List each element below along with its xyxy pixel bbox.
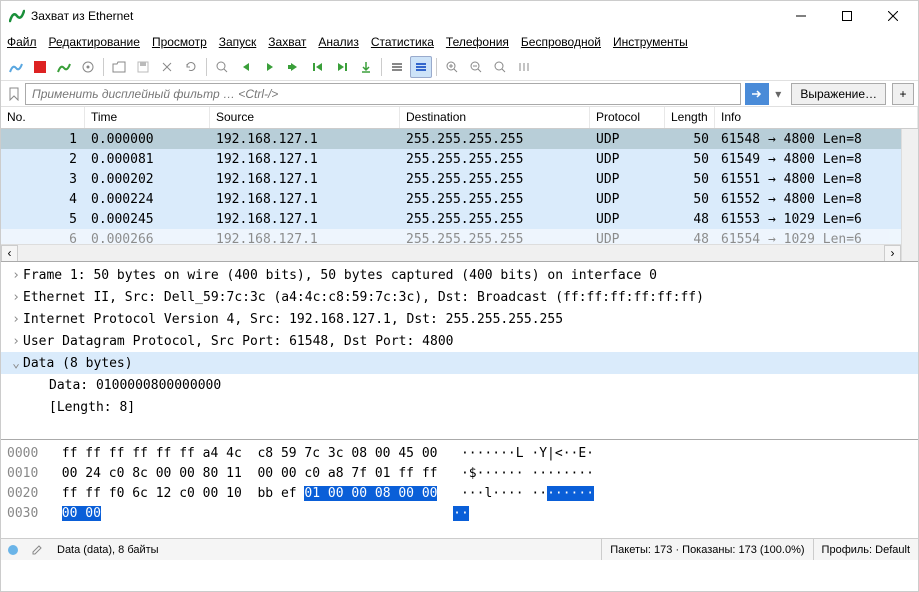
add-filter-button[interactable]: +	[892, 83, 914, 105]
packet-row[interactable]: 30.000202192.168.127.1255.255.255.255UDP…	[1, 169, 901, 189]
filter-bar: Применить дисплейный фильтр … <Ctrl-/> ▾…	[1, 81, 918, 107]
detail-row[interactable]: ›Internet Protocol Version 4, Src: 192.1…	[1, 308, 918, 330]
expert-info-icon[interactable]	[5, 542, 21, 558]
maximize-button[interactable]	[824, 1, 870, 31]
horizontal-scrollbar[interactable]: ‹ ›	[1, 244, 901, 261]
menu-telephony[interactable]: Телефония	[446, 35, 509, 49]
menu-tools[interactable]: Инструменты	[613, 35, 688, 49]
detail-row[interactable]: [Length: 8]	[1, 396, 918, 418]
capture-options-button[interactable]	[77, 56, 99, 78]
apply-filter-button[interactable]	[745, 83, 769, 105]
next-packet-button[interactable]	[259, 56, 281, 78]
packet-details-pane[interactable]: ›Frame 1: 50 bytes on wire (400 bits), 5…	[1, 262, 918, 440]
packet-row[interactable]: 40.000224192.168.127.1255.255.255.255UDP…	[1, 189, 901, 209]
scroll-left-icon[interactable]: ‹	[1, 245, 18, 262]
zoom-in-button[interactable]	[441, 56, 463, 78]
open-file-button[interactable]	[108, 56, 130, 78]
toolbar	[1, 53, 918, 81]
menu-analyze[interactable]: Анализ	[318, 35, 359, 49]
menu-go[interactable]: Запуск	[219, 35, 257, 49]
detail-row[interactable]: ›Frame 1: 50 bytes on wire (400 bits), 5…	[1, 264, 918, 286]
app-icon	[9, 8, 25, 24]
packet-list-body[interactable]: 10.000000192.168.127.1255.255.255.255UDP…	[1, 129, 901, 244]
stop-capture-button[interactable]	[29, 56, 51, 78]
edit-capture-comment-icon[interactable]	[29, 542, 45, 558]
col-header-time[interactable]: Time	[85, 107, 210, 128]
packet-row[interactable]: 10.000000192.168.127.1255.255.255.255UDP…	[1, 129, 901, 149]
packet-row[interactable]: 60.000266192.168.127.1255.255.255.255UDP…	[1, 229, 901, 244]
col-header-dest[interactable]: Destination	[400, 107, 590, 128]
save-button[interactable]	[132, 56, 154, 78]
zoom-reset-button[interactable]	[489, 56, 511, 78]
goto-packet-button[interactable]	[283, 56, 305, 78]
find-button[interactable]	[211, 56, 233, 78]
status-profile[interactable]: Профиль: Default	[814, 539, 918, 560]
status-text: Data (data), 8 байты	[49, 539, 602, 560]
close-file-button[interactable]	[156, 56, 178, 78]
vertical-scrollbar[interactable]	[901, 129, 918, 261]
col-header-proto[interactable]: Protocol	[590, 107, 665, 128]
packet-row[interactable]: 50.000245192.168.127.1255.255.255.255UDP…	[1, 209, 901, 229]
autoscroll-button[interactable]	[355, 56, 377, 78]
auto-scroll-live-button[interactable]	[410, 56, 432, 78]
scroll-right-icon[interactable]: ›	[884, 245, 901, 262]
menu-capture[interactable]: Захват	[268, 35, 306, 49]
col-header-info[interactable]: Info	[715, 107, 918, 128]
titlebar: Захват из Ethernet	[1, 1, 918, 31]
filter-dropdown-icon[interactable]: ▾	[771, 87, 785, 101]
detail-row[interactable]: ⌄Data (8 bytes)	[1, 352, 918, 374]
restart-capture-button[interactable]	[53, 56, 75, 78]
first-packet-button[interactable]	[307, 56, 329, 78]
packet-list-pane: No. Time Source Destination Protocol Len…	[1, 107, 918, 262]
bookmark-filter-button[interactable]	[5, 84, 23, 104]
expression-button[interactable]: Выражение…	[791, 83, 886, 105]
minimize-button[interactable]	[778, 1, 824, 31]
start-capture-button[interactable]	[5, 56, 27, 78]
display-filter-input[interactable]: Применить дисплейный фильтр … <Ctrl-/>	[25, 83, 741, 105]
menubar: Файл Редактирование Просмотр Запуск Захв…	[1, 31, 918, 53]
detail-row[interactable]: Data: 0100000800000000	[1, 374, 918, 396]
menu-edit[interactable]: Редактирование	[49, 35, 140, 49]
status-packets: Пакеты: 173 · Показаны: 173 (100.0%)	[602, 539, 813, 560]
packet-row[interactable]: 20.000081192.168.127.1255.255.255.255UDP…	[1, 149, 901, 169]
menu-wireless[interactable]: Беспроводной	[521, 35, 601, 49]
prev-packet-button[interactable]	[235, 56, 257, 78]
packet-list-header[interactable]: No. Time Source Destination Protocol Len…	[1, 107, 918, 129]
last-packet-button[interactable]	[331, 56, 353, 78]
colorize-button[interactable]	[386, 56, 408, 78]
zoom-out-button[interactable]	[465, 56, 487, 78]
packet-bytes-pane[interactable]: 0000 ff ff ff ff ff ff a4 4c c8 59 7c 3c…	[1, 440, 918, 538]
reload-button[interactable]	[180, 56, 202, 78]
menu-file[interactable]: Файл	[7, 35, 37, 49]
detail-row[interactable]: ›User Datagram Protocol, Src Port: 61548…	[1, 330, 918, 352]
resize-columns-button[interactable]	[513, 56, 535, 78]
col-header-len[interactable]: Length	[665, 107, 715, 128]
detail-row[interactable]: ›Ethernet II, Src: Dell_59:7c:3c (a4:4c:…	[1, 286, 918, 308]
col-header-no[interactable]: No.	[1, 107, 85, 128]
close-button[interactable]	[870, 1, 916, 31]
status-bar: Data (data), 8 байты Пакеты: 173 · Показ…	[1, 538, 918, 560]
menu-statistics[interactable]: Статистика	[371, 35, 434, 49]
window-title: Захват из Ethernet	[31, 9, 778, 23]
col-header-source[interactable]: Source	[210, 107, 400, 128]
menu-view[interactable]: Просмотр	[152, 35, 207, 49]
